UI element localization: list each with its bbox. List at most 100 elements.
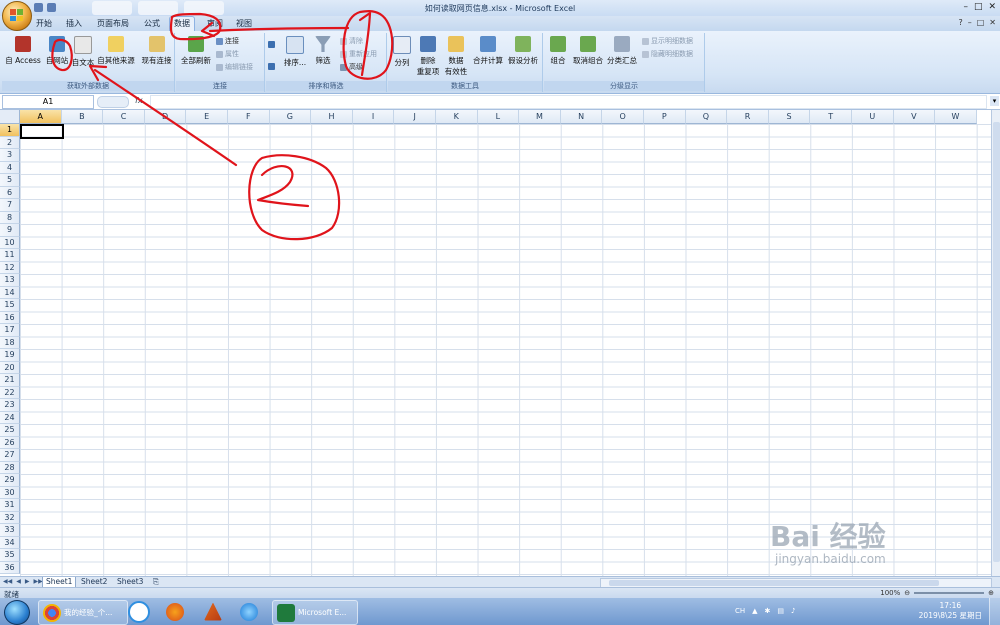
- row-header[interactable]: 31: [0, 499, 20, 512]
- row-header[interactable]: 9: [0, 224, 20, 237]
- row-header[interactable]: 6: [0, 186, 20, 199]
- text-to-columns-button[interactable]: 分列: [390, 36, 414, 68]
- clock[interactable]: 17:16 2019\8\25 星期日: [919, 601, 982, 621]
- column-header[interactable]: B: [61, 110, 104, 124]
- row-header[interactable]: 5: [0, 174, 20, 187]
- ungroup-button[interactable]: 取消组合: [571, 36, 605, 66]
- row-header[interactable]: 36: [0, 561, 20, 574]
- taskbar-item-excel[interactable]: Microsoft E...: [272, 600, 358, 625]
- sheet-tab-sheet3[interactable]: Sheet3: [114, 577, 146, 587]
- prev-sheet-icon[interactable]: ◀: [16, 578, 21, 585]
- row-header[interactable]: 26: [0, 436, 20, 449]
- volume-icon[interactable]: ♪: [791, 607, 795, 615]
- edit-links-button[interactable]: 编辑链接: [216, 62, 253, 72]
- column-header[interactable]: T: [810, 110, 852, 124]
- column-header[interactable]: N: [560, 110, 603, 124]
- row-header[interactable]: 4: [0, 161, 20, 174]
- column-header[interactable]: K: [436, 110, 478, 124]
- column-header[interactable]: U: [852, 110, 894, 124]
- row-header[interactable]: 18: [0, 336, 20, 349]
- column-header[interactable]: G: [269, 110, 312, 124]
- taskbar-item-ie[interactable]: [240, 600, 258, 623]
- tray-expand-icon[interactable]: ▲: [752, 607, 757, 615]
- row-header[interactable]: 2: [0, 136, 20, 149]
- column-header[interactable]: P: [644, 110, 686, 124]
- zoom-in-icon[interactable]: ⊕: [988, 589, 994, 597]
- help-icon[interactable]: ?: [958, 18, 962, 27]
- reapply-button[interactable]: 重新应用: [340, 49, 377, 59]
- zoom-slider[interactable]: [914, 592, 985, 594]
- tab-insert[interactable]: 插入: [62, 17, 86, 31]
- row-header[interactable]: 20: [0, 361, 20, 374]
- hide-detail-button[interactable]: 隐藏明细数据: [642, 49, 693, 59]
- zoom-level[interactable]: 100%: [880, 589, 900, 597]
- row-header[interactable]: 33: [0, 524, 20, 537]
- vertical-scrollbar[interactable]: [991, 110, 1000, 576]
- what-if-analysis-button[interactable]: 假设分析: [505, 36, 541, 66]
- row-header[interactable]: 27: [0, 449, 20, 462]
- row-header[interactable]: 28: [0, 461, 20, 474]
- column-header[interactable]: V: [893, 110, 936, 124]
- column-header[interactable]: C: [103, 110, 145, 124]
- show-detail-button[interactable]: 显示明细数据: [642, 36, 693, 46]
- consolidate-button[interactable]: 合并计算: [471, 36, 505, 66]
- first-sheet-icon[interactable]: ◀◀: [3, 578, 12, 585]
- data-validation-button[interactable]: 数据 有效性: [442, 36, 470, 77]
- row-header[interactable]: 14: [0, 286, 20, 299]
- column-header[interactable]: S: [768, 110, 811, 124]
- row-header[interactable]: 34: [0, 536, 20, 549]
- close-button[interactable]: ✕: [988, 2, 996, 13]
- row-header[interactable]: 21: [0, 374, 20, 387]
- workbook-close-button[interactable]: ✕: [989, 18, 996, 27]
- existing-connections-button[interactable]: 现有连接: [139, 36, 174, 66]
- sheet-tab-sheet2[interactable]: Sheet2: [78, 577, 110, 587]
- subtotal-button[interactable]: 分类汇总: [606, 36, 638, 66]
- office-button[interactable]: [2, 1, 32, 31]
- from-other-sources-button[interactable]: 自其他来源: [95, 36, 137, 66]
- row-header[interactable]: 8: [0, 211, 20, 224]
- column-header[interactable]: J: [394, 110, 436, 124]
- taskbar-item-matlab[interactable]: [204, 600, 222, 623]
- expand-formula-bar-button[interactable]: ▾: [990, 96, 999, 106]
- bluetooth-icon[interactable]: ✱: [765, 607, 771, 615]
- tab-home[interactable]: 开始: [32, 17, 56, 31]
- row-header[interactable]: 25: [0, 424, 20, 437]
- clear-filter-button[interactable]: 清除: [340, 36, 363, 46]
- column-header[interactable]: D: [144, 110, 187, 124]
- worksheet-grid[interactable]: ABCDEFGHIJKLMNOPQRSTUVW 1 2 3 4 5 6 7 8 9 10 11 12 1…: [0, 110, 992, 576]
- column-header[interactable]: F: [228, 110, 270, 124]
- select-all-button[interactable]: [0, 110, 20, 124]
- language-indicator[interactable]: CH: [735, 607, 745, 615]
- row-header[interactable]: 30: [0, 486, 20, 499]
- row-header[interactable]: 13: [0, 274, 20, 287]
- column-header[interactable]: H: [311, 110, 353, 124]
- workbook-restore-button[interactable]: □: [977, 18, 985, 27]
- row-header[interactable]: 12: [0, 261, 20, 274]
- column-header[interactable]: Q: [685, 110, 728, 124]
- maximize-button[interactable]: □: [974, 2, 983, 13]
- zoom-out-icon[interactable]: ⊖: [904, 589, 910, 597]
- row-header[interactable]: 24: [0, 411, 20, 424]
- column-header[interactable]: I: [352, 110, 395, 124]
- column-header[interactable]: O: [602, 110, 644, 124]
- column-header[interactable]: L: [477, 110, 520, 124]
- column-header[interactable]: W: [935, 110, 977, 124]
- advanced-filter-button[interactable]: 高级: [340, 62, 363, 72]
- taskbar-item-netdisk[interactable]: [128, 600, 150, 623]
- name-box[interactable]: A1: [2, 95, 94, 109]
- row-header[interactable]: 35: [0, 549, 20, 562]
- row-header[interactable]: 11: [0, 249, 20, 262]
- workbook-minimize-button[interactable]: –: [968, 18, 972, 27]
- column-header[interactable]: R: [727, 110, 769, 124]
- next-sheet-icon[interactable]: ▶: [25, 578, 30, 585]
- sort-za-button[interactable]: [268, 63, 275, 70]
- column-header[interactable]: M: [519, 110, 561, 124]
- properties-button[interactable]: 属性: [216, 49, 239, 59]
- row-header[interactable]: 22: [0, 386, 20, 399]
- row-header[interactable]: 23: [0, 399, 20, 412]
- row-header[interactable]: 3: [0, 149, 20, 162]
- row-header[interactable]: 16: [0, 311, 20, 324]
- row-header[interactable]: 7: [0, 199, 20, 212]
- active-cell[interactable]: [20, 124, 64, 139]
- from-text-button[interactable]: 自文本: [68, 36, 98, 68]
